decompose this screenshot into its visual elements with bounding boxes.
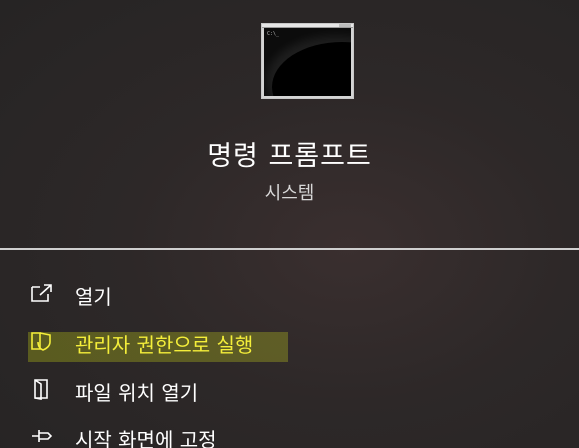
app-subtitle: 시스템 (264, 183, 315, 204)
icon-prompt-text: C:\_ (267, 31, 280, 37)
shield-icon (30, 330, 54, 352)
icon-window-buttons (339, 24, 351, 27)
menu-item-label: 관리자 권한으로 실행 (75, 333, 254, 357)
command-prompt-app-icon[interactable]: C:\_ (261, 23, 354, 99)
pin-icon (30, 425, 54, 447)
menu-item-open-file-location[interactable]: 파일 위치 열기 (0, 367, 579, 411)
menu-item-open[interactable]: 열기 (0, 271, 579, 315)
divider (0, 248, 579, 250)
app-title: 명령 프롬프트 (207, 141, 372, 172)
menu-item-pin-to-start[interactable]: 시작 화면에 고정 (0, 414, 579, 448)
file-location-icon (30, 378, 54, 400)
icon-console-screen: C:\_ (264, 28, 351, 96)
jump-list-panel: C:\_ 명령 프롬프트 시스템 열기 관리자 권한으로 실행 파일 위치 열기… (0, 0, 579, 448)
menu-item-run-as-admin[interactable]: 관리자 권한으로 실행 (0, 319, 579, 363)
open-icon (30, 282, 54, 304)
menu-item-label: 시작 화면에 고정 (75, 428, 217, 448)
menu-item-label: 열기 (75, 285, 112, 309)
menu-item-label: 파일 위치 열기 (75, 381, 199, 405)
